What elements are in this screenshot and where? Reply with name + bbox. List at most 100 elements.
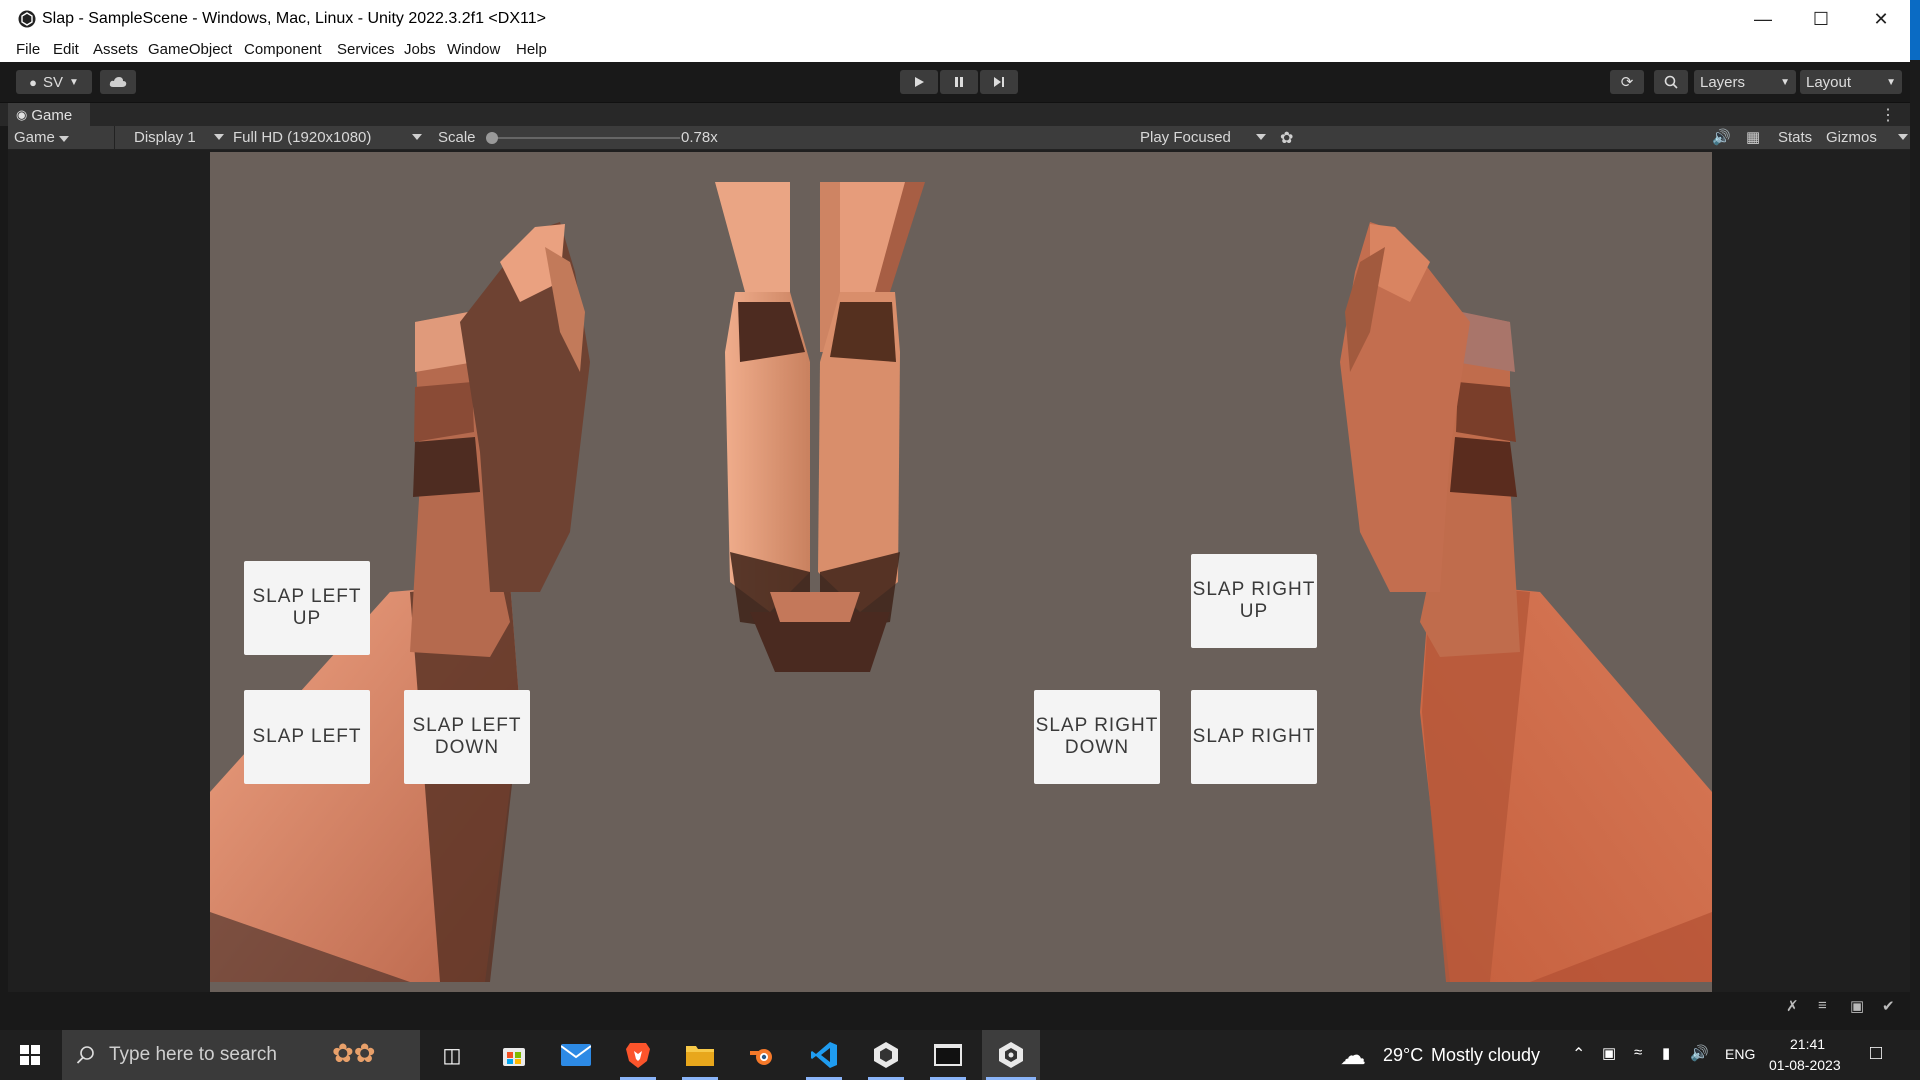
unity-hub-app[interactable] — [858, 1030, 914, 1080]
right-hand — [1340, 222, 1712, 982]
weather-cloudy-icon[interactable]: ☁ — [1340, 1040, 1366, 1071]
scale-value: 0.78x — [681, 129, 718, 146]
folder-icon — [686, 1046, 714, 1066]
play-button[interactable] — [900, 70, 938, 94]
step-icon — [994, 77, 1004, 87]
cache-server-icon[interactable]: ▣ — [1850, 997, 1864, 1015]
view-type-dropdown[interactable]: Game — [14, 129, 69, 146]
layers-stack-icon[interactable]: ≡ — [1818, 997, 1827, 1014]
play-icon — [915, 77, 924, 87]
notifications-icon[interactable]: □ — [1870, 1042, 1882, 1065]
weather-condition[interactable]: Mostly cloudy — [1431, 1045, 1540, 1066]
play-mode-dropdown[interactable]: Play Focused — [1140, 129, 1231, 146]
layout-label: Layout — [1806, 73, 1852, 91]
windows-logo-icon — [20, 1045, 40, 1065]
scale-slider-handle[interactable] — [486, 132, 498, 144]
taskbar-search-box[interactable]: Type here to search ✿✿ — [62, 1030, 420, 1080]
menu-assets[interactable]: Assets — [93, 41, 138, 58]
weather-temperature[interactable]: 29°C — [1383, 1045, 1423, 1066]
center-hands — [715, 182, 925, 672]
more-options-icon[interactable]: ⋮ — [1880, 105, 1896, 125]
chevron-up-icon[interactable]: ⌃ — [1572, 1044, 1585, 1064]
menu-file[interactable]: File — [16, 41, 40, 58]
step-button[interactable] — [980, 70, 1018, 94]
search-highlight-icon: ✿✿ — [332, 1038, 376, 1068]
terminal-icon — [934, 1044, 962, 1066]
cloud-button[interactable] — [100, 70, 136, 94]
cloud-icon — [109, 77, 127, 87]
resolution-dropdown[interactable]: Full HD (1920x1080) — [233, 129, 371, 146]
start-button[interactable] — [2, 1030, 58, 1080]
bug-icon[interactable]: ✿ — [1280, 128, 1293, 148]
volume-icon[interactable]: 🔊 — [1690, 1044, 1709, 1062]
clock-time[interactable]: 21:41 — [1790, 1036, 1825, 1052]
menu-help[interactable]: Help — [516, 41, 547, 58]
debug-off-icon[interactable]: ✗ — [1786, 997, 1799, 1015]
minimize-button[interactable]: — — [1734, 0, 1792, 38]
menu-services[interactable]: Services — [337, 41, 395, 58]
chevron-down-icon[interactable] — [1898, 134, 1908, 140]
divider — [114, 126, 115, 150]
hands-scene — [210, 182, 1712, 982]
panel-tab-row: ◉ Game ⋮ — [0, 102, 1910, 127]
game-view-toolbar: Game Display 1 Full HD (1920x1080) Scale… — [8, 126, 1910, 150]
menu-gameobject[interactable]: GameObject — [148, 41, 232, 58]
terminal-app[interactable] — [920, 1030, 976, 1080]
wifi-icon[interactable]: ≈ — [1634, 1044, 1642, 1061]
task-view-button[interactable]: ◫ — [424, 1030, 480, 1080]
stats-button[interactable]: Stats — [1778, 129, 1812, 146]
slap-left-up-button[interactable]: SLAP LEFT UP — [244, 561, 370, 655]
menu-window[interactable]: Window — [447, 41, 500, 58]
layers-dropdown[interactable]: Layers ▼ — [1694, 70, 1796, 94]
clock-date[interactable]: 01-08-2023 — [1769, 1057, 1841, 1073]
chevron-down-icon — [214, 134, 224, 140]
blender-app[interactable] — [734, 1030, 790, 1080]
chevron-down-icon — [1256, 134, 1266, 140]
search-placeholder: Type here to search — [109, 1044, 277, 1065]
search-button[interactable] — [1654, 70, 1688, 94]
search-icon — [1664, 75, 1678, 89]
check-circle-icon[interactable]: ✔ — [1882, 997, 1895, 1015]
maximize-button[interactable]: ☐ — [1792, 0, 1850, 38]
undo-history-button[interactable]: ⟳ — [1610, 70, 1644, 94]
game-viewport[interactable]: SLAP LEFT UP SLAP LEFT SLAP LEFT DOWN SL… — [210, 152, 1712, 992]
tab-game-label: Game — [31, 106, 73, 124]
display-dropdown[interactable]: Display 1 — [134, 129, 196, 146]
pause-button[interactable] — [940, 70, 978, 94]
unity-editor-app[interactable] — [982, 1030, 1040, 1080]
chevron-down-icon: ▼ — [1780, 76, 1790, 88]
scale-slider-track[interactable] — [494, 137, 680, 139]
unity-icon — [999, 1042, 1023, 1068]
account-dropdown[interactable]: ● SV ▼ — [16, 70, 92, 94]
slap-left-button[interactable]: SLAP LEFT — [244, 690, 370, 784]
menu-jobs[interactable]: Jobs — [404, 41, 436, 58]
slap-right-up-button[interactable]: SLAP RIGHT UP — [1191, 554, 1317, 648]
task-view-icon: ◫ — [442, 1044, 462, 1067]
brave-icon — [626, 1043, 650, 1068]
store-app[interactable] — [486, 1030, 542, 1080]
slap-right-down-button[interactable]: SLAP RIGHT DOWN — [1034, 690, 1160, 784]
slap-right-button[interactable]: SLAP RIGHT — [1191, 690, 1317, 784]
account-label: SV — [42, 73, 63, 91]
gamepad-icon: ◉ — [16, 107, 28, 122]
background-window-panel — [1910, 60, 1920, 1020]
layers-label: Layers — [1700, 73, 1746, 91]
file-explorer-app[interactable] — [672, 1030, 728, 1080]
meet-now-icon[interactable]: ▣ — [1602, 1044, 1616, 1062]
unity-logo-icon — [18, 10, 36, 28]
gizmos-button[interactable]: Gizmos — [1826, 129, 1877, 146]
mail-app[interactable] — [548, 1030, 604, 1080]
vscode-app[interactable] — [796, 1030, 852, 1080]
battery-icon[interactable]: ▮ — [1662, 1044, 1670, 1062]
input-language[interactable]: ENG — [1725, 1046, 1755, 1062]
menu-edit[interactable]: Edit — [53, 41, 79, 58]
audio-mute-icon[interactable]: 🔊 — [1712, 128, 1731, 146]
layout-dropdown[interactable]: Layout ▼ — [1800, 70, 1902, 94]
slap-left-down-button[interactable]: SLAP LEFT DOWN — [404, 690, 530, 784]
menu-component[interactable]: Component — [244, 41, 322, 58]
grid-icon[interactable]: ▦ — [1746, 128, 1760, 146]
tab-game[interactable]: ◉ Game — [8, 103, 90, 127]
brave-browser-app[interactable] — [610, 1030, 666, 1080]
store-icon — [503, 1048, 525, 1066]
close-button[interactable]: ✕ — [1852, 0, 1910, 38]
